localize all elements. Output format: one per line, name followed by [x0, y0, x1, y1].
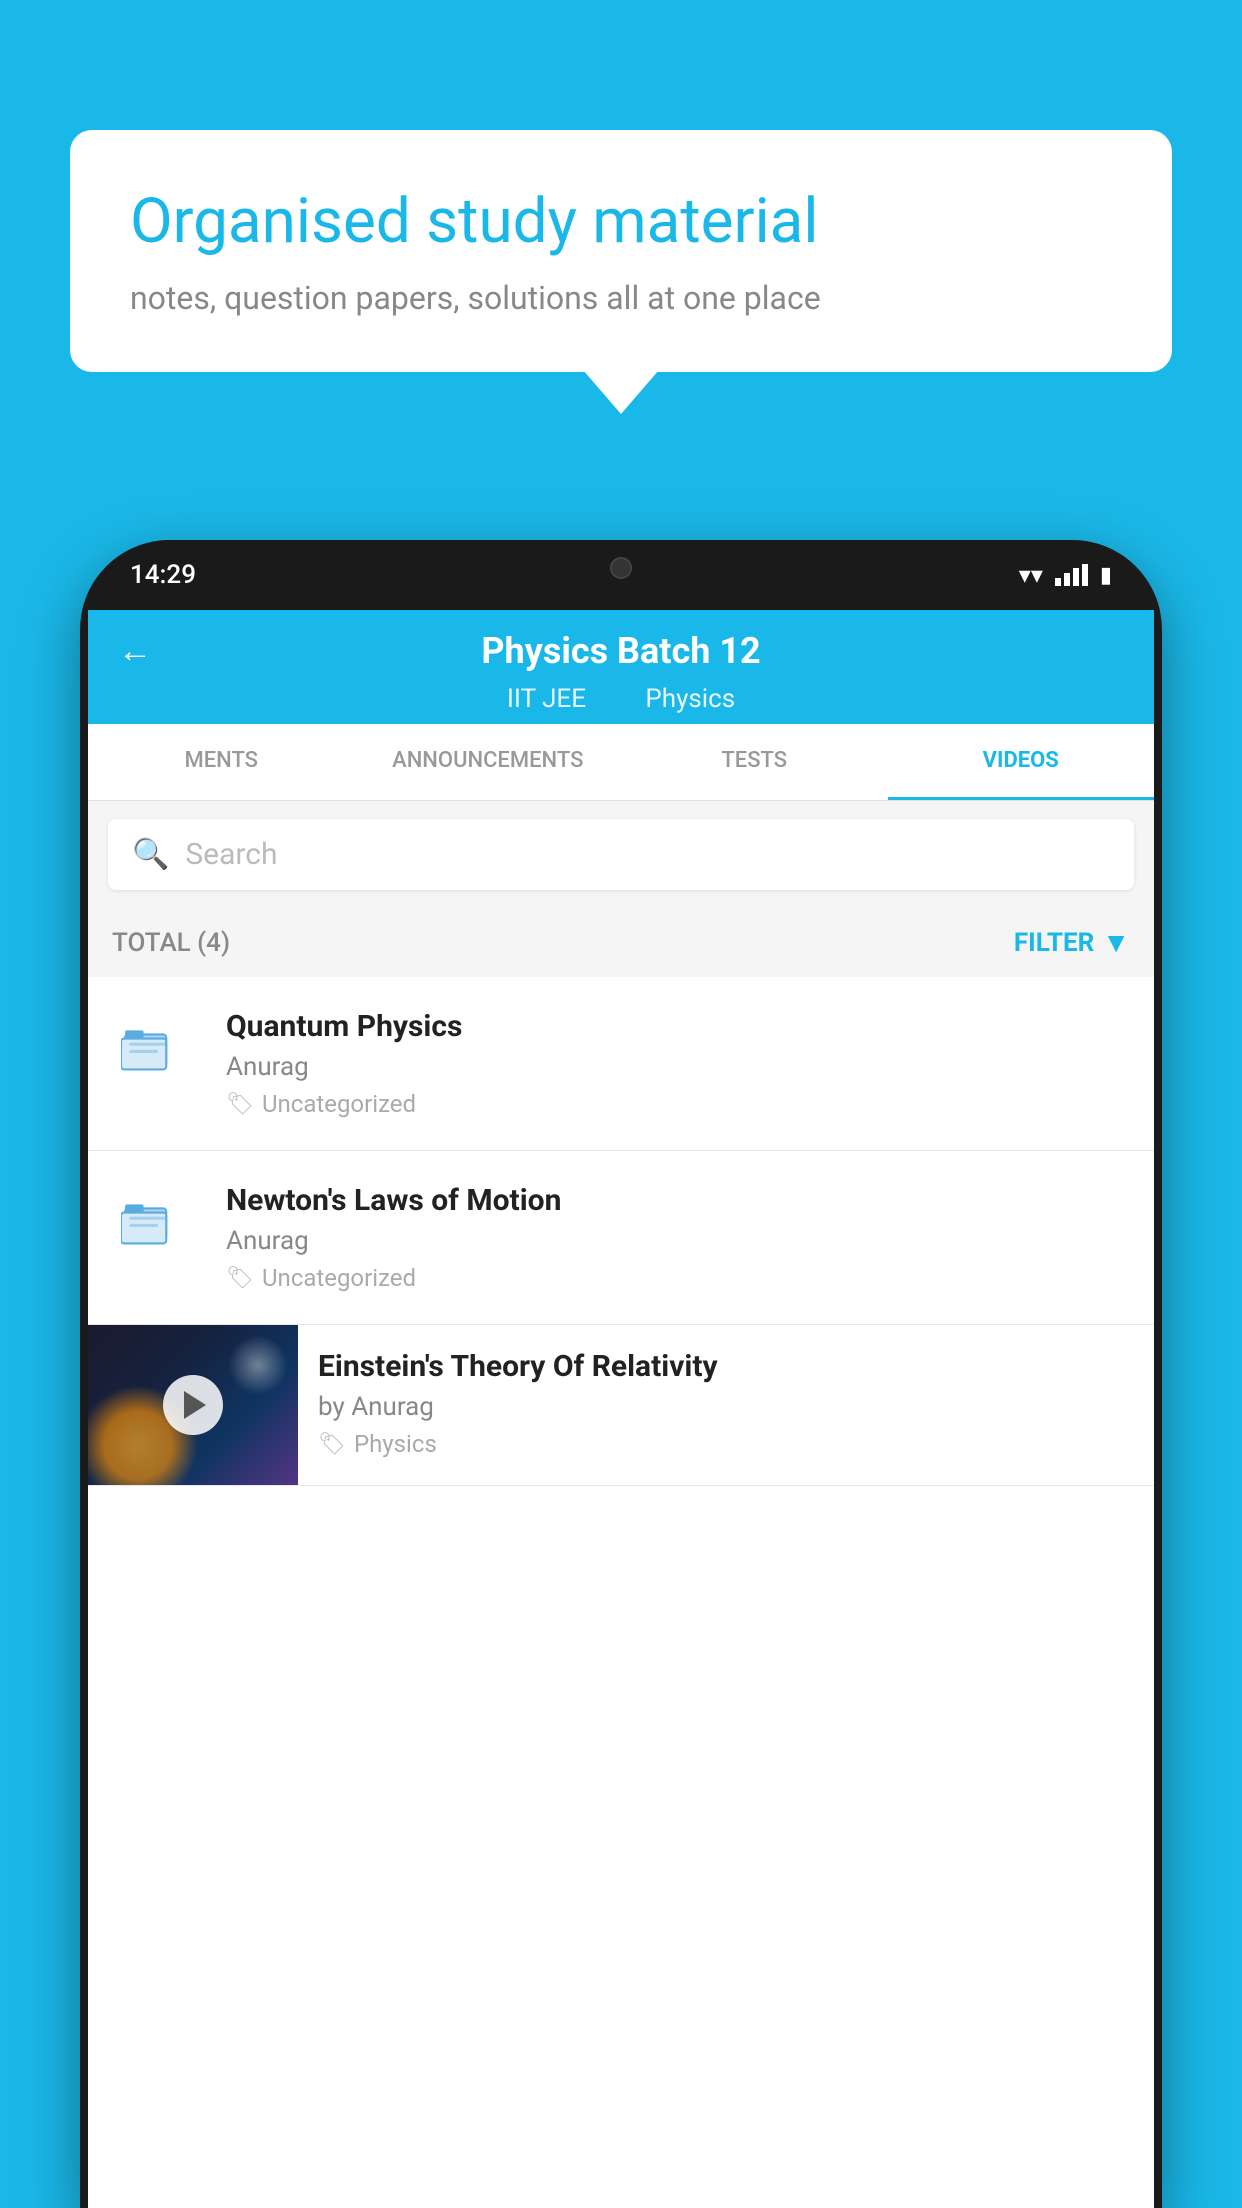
back-button[interactable]: ← — [118, 631, 152, 671]
video-title: Quantum Physics — [226, 1009, 1130, 1044]
signal-icon — [1055, 564, 1088, 586]
subtitle-part1: IIT JEE — [507, 684, 586, 714]
tag-icon: 🏷 — [226, 1092, 254, 1117]
total-count: TOTAL (4) — [112, 928, 230, 958]
video-tag: 🏷 Physics — [318, 1430, 1130, 1458]
tag-icon: 🏷 — [318, 1432, 346, 1457]
play-icon — [184, 1391, 206, 1419]
list-item[interactable]: Einstein's Theory Of Relativity by Anura… — [88, 1325, 1154, 1486]
list-item[interactable]: Newton's Laws of Motion Anurag 🏷 Uncateg… — [88, 1151, 1154, 1325]
app-header: ← Physics Batch 12 IIT JEE Physics — [88, 610, 1154, 724]
tab-tests[interactable]: TESTS — [621, 724, 888, 800]
play-button[interactable] — [163, 1375, 223, 1435]
video-info: Quantum Physics Anurag 🏷 Uncategorized — [226, 1009, 1130, 1118]
status-time: 14:29 — [130, 560, 196, 590]
video-author: by Anurag — [318, 1392, 1130, 1422]
bubble-subtitle: notes, question papers, solutions all at… — [130, 279, 1112, 317]
folder-icon — [112, 1183, 202, 1273]
header-subtitle: IIT JEE Physics — [118, 684, 1124, 724]
video-thumbnail — [88, 1325, 298, 1485]
tabs-bar: MENTS ANNOUNCEMENTS TESTS VIDEOS — [88, 724, 1154, 801]
tab-videos[interactable]: VIDEOS — [888, 724, 1155, 800]
header-top: ← Physics Batch 12 — [118, 630, 1124, 684]
search-bar[interactable]: 🔍 Search — [108, 819, 1134, 890]
search-input[interactable]: Search — [185, 837, 277, 872]
status-bar: 14:29 ▾▾ ▮ — [80, 540, 1162, 610]
phone-frame: 14:29 ▾▾ ▮ ← Physics Batch 12 IIT JEE — [80, 540, 1162, 2208]
bubble-title: Organised study material — [130, 185, 1112, 259]
search-icon: 🔍 — [132, 837, 169, 872]
video-title: Newton's Laws of Motion — [226, 1183, 1130, 1218]
tab-announcements[interactable]: ANNOUNCEMENTS — [355, 724, 622, 800]
subtitle-part2: Physics — [645, 684, 735, 714]
notch — [521, 540, 721, 595]
tab-ments[interactable]: MENTS — [88, 724, 355, 800]
video-author: Anurag — [226, 1052, 1130, 1082]
video-tag: 🏷 Uncategorized — [226, 1090, 1130, 1118]
filter-bar: TOTAL (4) FILTER ▼ — [88, 908, 1154, 977]
phone-screen: ← Physics Batch 12 IIT JEE Physics MENTS… — [88, 610, 1154, 2208]
video-info: Einstein's Theory Of Relativity by Anura… — [298, 1325, 1130, 1482]
thumb-stars — [228, 1335, 288, 1395]
status-icons: ▾▾ ▮ — [1019, 561, 1112, 589]
camera-dot — [610, 557, 632, 579]
battery-icon: ▮ — [1100, 563, 1112, 588]
subtitle-separator — [612, 684, 625, 714]
video-author: Anurag — [226, 1226, 1130, 1256]
speech-bubble: Organised study material notes, question… — [70, 130, 1172, 372]
video-list: Quantum Physics Anurag 🏷 Uncategorized — [88, 977, 1154, 1486]
filter-icon: ▼ — [1102, 926, 1130, 959]
video-tag: 🏷 Uncategorized — [226, 1264, 1130, 1292]
tag-icon: 🏷 — [226, 1266, 254, 1291]
wifi-icon: ▾▾ — [1019, 561, 1043, 589]
filter-button[interactable]: FILTER ▼ — [1014, 926, 1130, 959]
search-container: 🔍 Search — [88, 801, 1154, 908]
list-item[interactable]: Quantum Physics Anurag 🏷 Uncategorized — [88, 977, 1154, 1151]
folder-icon — [112, 1009, 202, 1099]
video-info: Newton's Laws of Motion Anurag 🏷 Uncateg… — [226, 1183, 1130, 1292]
speech-bubble-container: Organised study material notes, question… — [70, 130, 1172, 372]
header-title: Physics Batch 12 — [481, 630, 760, 672]
filter-label: FILTER — [1014, 928, 1094, 958]
video-title: Einstein's Theory Of Relativity — [318, 1349, 1130, 1384]
